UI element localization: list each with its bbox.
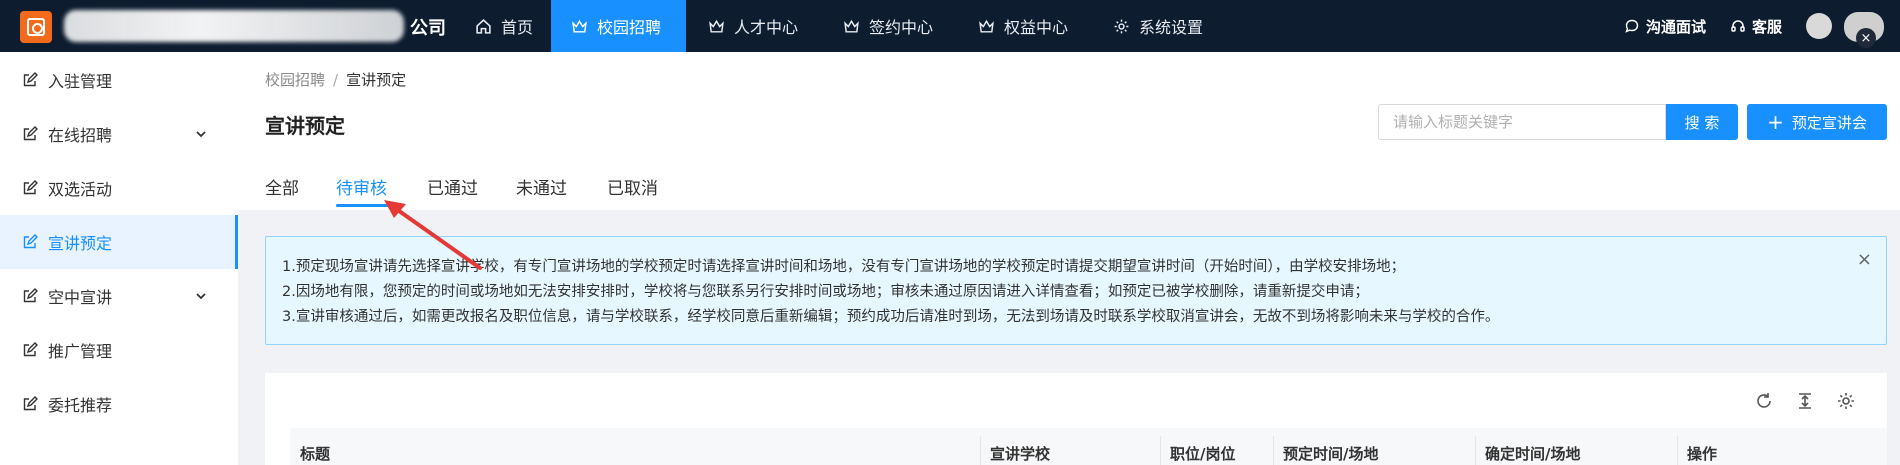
column-header-school[interactable]: 宣讲学校 bbox=[990, 443, 1050, 464]
search-button[interactable]: 搜 索 bbox=[1666, 104, 1738, 140]
tab-pending-review[interactable]: 待审核 bbox=[336, 174, 387, 199]
tab-all[interactable]: 全部 bbox=[265, 174, 299, 199]
search-input[interactable] bbox=[1378, 104, 1666, 140]
company-name-suffix: 公司 bbox=[410, 18, 446, 39]
gear-icon bbox=[1114, 19, 1129, 33]
edit-icon bbox=[23, 288, 38, 303]
sidebar-item-online-recruitment[interactable]: 在线招聘 bbox=[0, 107, 238, 161]
customer-service-link[interactable]: 客服 bbox=[1730, 0, 1782, 52]
breadcrumb-current: 宣讲预定 bbox=[346, 71, 407, 89]
breadcrumb-separator: / bbox=[333, 71, 339, 89]
crown-icon bbox=[709, 19, 724, 33]
tab-rejected[interactable]: 未通过 bbox=[516, 174, 567, 199]
edit-icon bbox=[23, 72, 38, 87]
tab-cancelled[interactable]: 已取消 bbox=[607, 174, 658, 199]
edit-icon bbox=[23, 342, 38, 357]
column-divider bbox=[980, 436, 981, 465]
column-header-title[interactable]: 标题 bbox=[300, 443, 330, 464]
edit-icon bbox=[23, 180, 38, 195]
column-divider bbox=[1677, 436, 1678, 465]
nav-benefits-center[interactable]: 权益中心 bbox=[958, 0, 1088, 52]
headset-icon bbox=[1731, 20, 1745, 32]
interview-link[interactable]: 沟通面试 bbox=[1624, 0, 1706, 52]
edit-icon bbox=[23, 126, 38, 141]
breadcrumb-parent[interactable]: 校园招聘 bbox=[265, 71, 325, 89]
column-header-booked-time[interactable]: 预定时间/场地 bbox=[1283, 443, 1378, 464]
page-title: 宣讲预定 bbox=[265, 114, 345, 138]
breadcrumb: 校园招聘 / 宣讲预定 bbox=[265, 69, 406, 90]
chevron-down-icon bbox=[196, 131, 206, 138]
refresh-icon[interactable] bbox=[1754, 391, 1774, 411]
notice-line: 3.宣讲审核通过后，如需更改报名及职位信息，请与学校联系，经学校同意后重新编辑；… bbox=[282, 309, 1500, 325]
close-icon[interactable]: × bbox=[1856, 28, 1876, 48]
crown-icon bbox=[572, 19, 587, 33]
sidebar-item-seminar-booking[interactable]: 宣讲预定 bbox=[0, 215, 238, 269]
active-tab-indicator bbox=[336, 204, 390, 207]
home-icon bbox=[476, 18, 491, 34]
column-height-icon[interactable] bbox=[1795, 391, 1815, 411]
notice-line: 2.因场地有限，您预定的时间或场地如无法安排安排时，学校将与您联系另行安排时间或… bbox=[282, 284, 1369, 300]
nav-home[interactable]: 首页 bbox=[455, 0, 553, 52]
sidebar-item-referral[interactable]: 委托推荐 bbox=[0, 377, 238, 431]
edit-icon bbox=[23, 234, 38, 249]
column-divider bbox=[1475, 436, 1476, 465]
redacted-company-name bbox=[64, 10, 404, 42]
nav-system-settings[interactable]: 系统设置 bbox=[1093, 0, 1223, 52]
table-header bbox=[290, 428, 1887, 465]
column-header-position[interactable]: 职位/岗位 bbox=[1170, 443, 1235, 464]
crown-icon bbox=[844, 19, 859, 33]
book-seminar-label: 预定宣讲会 bbox=[1791, 113, 1867, 132]
app-logo[interactable] bbox=[20, 11, 52, 43]
notice-alert: 1.预定现场宣讲请先选择宣讲学校，有专门宣讲场地的学校预定时请选择宣讲时间和场地… bbox=[265, 236, 1887, 345]
edit-icon bbox=[23, 396, 38, 411]
crown-icon bbox=[979, 19, 994, 33]
nav-talent-center[interactable]: 人才中心 bbox=[688, 0, 818, 52]
column-header-confirmed-time[interactable]: 确定时间/场地 bbox=[1485, 443, 1580, 464]
avatar[interactable] bbox=[1806, 13, 1832, 39]
notice-line: 1.预定现场宣讲请先选择宣讲学校，有专门宣讲场地的学校预定时请选择宣讲时间和场地… bbox=[282, 259, 1406, 275]
column-divider bbox=[1160, 436, 1161, 465]
gear-icon[interactable] bbox=[1836, 391, 1856, 411]
chevron-down-icon bbox=[196, 293, 206, 300]
close-icon[interactable]: × bbox=[1857, 249, 1872, 270]
chat-icon bbox=[1625, 19, 1639, 33]
column-divider bbox=[1273, 436, 1274, 465]
book-seminar-button[interactable]: + 预定宣讲会 bbox=[1747, 104, 1887, 140]
nav-signing-center[interactable]: 签约中心 bbox=[823, 0, 953, 52]
sidebar-item-online-seminar[interactable]: 空中宣讲 bbox=[0, 269, 238, 323]
nav-campus-recruitment[interactable]: 校园招聘 bbox=[551, 0, 686, 52]
tab-approved[interactable]: 已通过 bbox=[427, 174, 478, 199]
column-header-actions[interactable]: 操作 bbox=[1687, 443, 1717, 464]
plus-icon: + bbox=[1767, 110, 1784, 134]
sidebar-item-promotion[interactable]: 推广管理 bbox=[0, 323, 238, 377]
sidebar-item-dual-selection[interactable]: 双选活动 bbox=[0, 161, 238, 215]
sidebar-item-registration[interactable]: 入驻管理 bbox=[0, 53, 238, 107]
